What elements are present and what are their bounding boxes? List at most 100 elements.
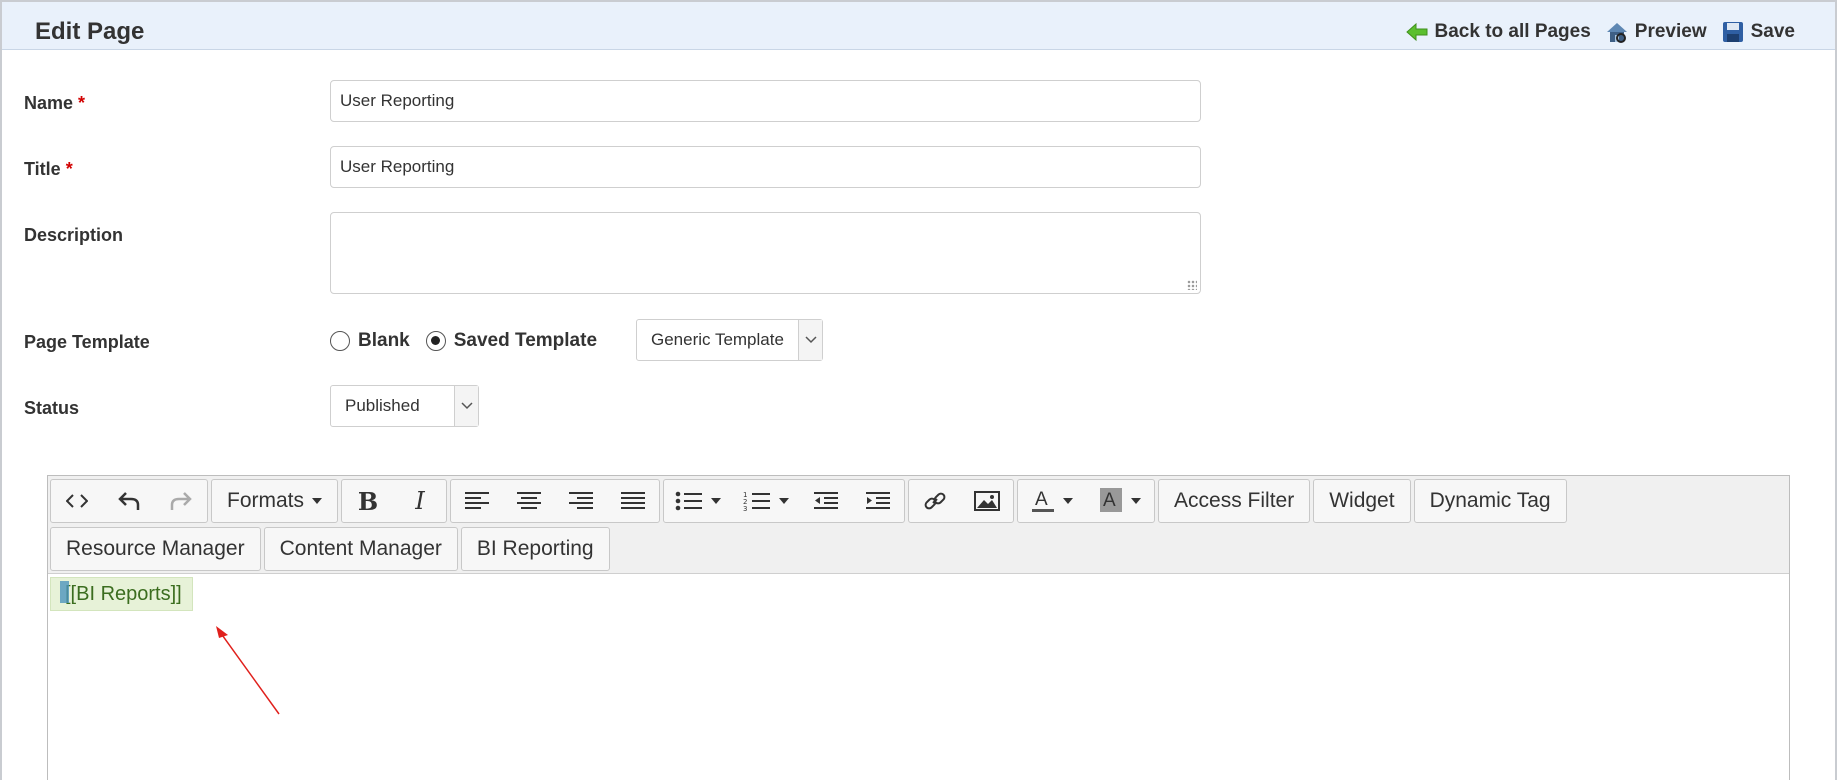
page-template-radio-group: Blank Saved Template xyxy=(330,330,597,352)
indent-icon xyxy=(866,492,891,509)
formats-label: Formats xyxy=(227,489,305,512)
title-label: Title * xyxy=(24,159,73,180)
source-code-button[interactable] xyxy=(51,480,103,522)
name-label: Name * xyxy=(24,93,85,114)
caret-down-icon xyxy=(312,498,323,504)
back-to-all-pages-label: Back to all Pages xyxy=(1434,21,1591,42)
redo-icon xyxy=(170,492,192,510)
align-left-button[interactable] xyxy=(451,480,503,522)
align-justify-icon xyxy=(621,492,646,509)
status-label: Status xyxy=(24,398,80,418)
save-label: Save xyxy=(1750,21,1795,42)
align-center-icon xyxy=(517,492,542,509)
insert-link-button[interactable] xyxy=(909,480,961,522)
content-manager-group: Content Manager xyxy=(263,527,458,571)
back-arrow-icon xyxy=(1405,22,1427,42)
access-filter-group: Access Filter xyxy=(1158,479,1311,523)
align-right-button[interactable] xyxy=(555,480,607,522)
access-filter-button[interactable]: Access Filter xyxy=(1159,480,1309,522)
indent-button[interactable] xyxy=(852,480,904,522)
editor-toolbar: Formats B I 1 2 3 A A Access Filter Widg… xyxy=(48,476,1789,574)
editor-content-area[interactable]: [[BI Reports]] xyxy=(48,575,1789,780)
template-select-value: Generic Template xyxy=(651,330,784,349)
drag-handle-icon[interactable] xyxy=(60,581,69,603)
back-to-all-pages-link[interactable]: Back to all Pages xyxy=(1405,20,1591,44)
toolbar-row-2: Resource Manager Content Manager BI Repo… xyxy=(50,527,610,571)
undo-icon xyxy=(118,492,140,510)
svg-text:A: A xyxy=(1035,489,1048,510)
toolbar-row-1: Formats B I 1 2 3 A A Access Filter Widg… xyxy=(50,479,1567,523)
page-header: Edit Page Back to all Pages Preview Save xyxy=(2,2,1835,50)
floppy-disk-icon xyxy=(1722,22,1743,42)
formats-dropdown[interactable]: Formats xyxy=(212,480,337,522)
description-label: Description xyxy=(24,225,124,245)
italic-button[interactable]: I xyxy=(394,480,446,522)
preview-button[interactable]: Preview xyxy=(1605,20,1707,44)
insert-image-button[interactable] xyxy=(961,480,1013,522)
preview-label: Preview xyxy=(1634,21,1707,42)
chevron-down-icon[interactable] xyxy=(454,386,478,426)
title-label-text: Title xyxy=(24,159,61,179)
align-justify-button[interactable] xyxy=(607,480,659,522)
resource-manager-button[interactable]: Resource Manager xyxy=(51,528,260,570)
outdent-button[interactable] xyxy=(800,480,852,522)
undo-button[interactable] xyxy=(103,480,155,522)
bi-reporting-group: BI Reporting xyxy=(460,527,610,571)
name-label-text: Name xyxy=(24,93,74,113)
title-input[interactable] xyxy=(330,146,1201,188)
name-input[interactable] xyxy=(330,80,1201,122)
numbered-list-icon: 123 xyxy=(743,491,771,512)
bi-reports-token-text: [[BI Reports]] xyxy=(65,582,182,605)
content-manager-button[interactable]: Content Manager xyxy=(265,528,457,570)
radio-blank-circle[interactable] xyxy=(330,331,350,351)
bold-button[interactable]: B xyxy=(342,480,394,522)
status-select[interactable]: Published xyxy=(330,385,479,427)
redo-button[interactable] xyxy=(155,480,207,522)
bold-icon: B xyxy=(357,486,379,516)
radio-blank-label: Blank xyxy=(358,330,410,351)
source-code-icon xyxy=(66,494,88,508)
caret-down-icon[interactable] xyxy=(779,498,790,504)
widget-button[interactable]: Widget xyxy=(1314,480,1409,522)
caret-down-icon[interactable] xyxy=(1131,498,1142,504)
bullet-list-icon xyxy=(675,491,703,511)
background-color-button[interactable]: A xyxy=(1086,480,1154,522)
textarea-resize-handle[interactable] xyxy=(1187,280,1197,290)
svg-text:3: 3 xyxy=(743,505,747,512)
color-group: A A xyxy=(1017,479,1156,523)
caret-down-icon[interactable] xyxy=(711,498,722,504)
image-icon xyxy=(974,491,1001,511)
svg-text:A: A xyxy=(1103,490,1116,511)
insert-group xyxy=(908,479,1015,523)
template-select[interactable]: Generic Template xyxy=(636,319,823,361)
preview-house-icon xyxy=(1606,23,1627,43)
numbered-list-button[interactable]: 123 xyxy=(732,480,800,522)
annotation-arrow-icon xyxy=(216,626,280,715)
radio-saved-template[interactable]: Saved Template xyxy=(425,330,597,352)
widget-group: Widget xyxy=(1313,479,1411,523)
bi-reporting-button[interactable]: BI Reporting xyxy=(462,528,609,570)
radio-saved-template-circle[interactable] xyxy=(425,331,446,351)
formats-group: Formats xyxy=(211,479,339,523)
dynamic-tag-button[interactable]: Dynamic Tag xyxy=(1415,480,1566,522)
bi-reports-token[interactable]: [[BI Reports]] xyxy=(50,577,193,611)
align-right-icon xyxy=(569,492,594,509)
page-title: Edit Page xyxy=(35,18,145,45)
list-group: 123 xyxy=(663,479,906,523)
bullet-list-button[interactable] xyxy=(664,480,732,522)
background-color-icon: A xyxy=(1100,488,1123,512)
header-actions: Back to all Pages Preview Save xyxy=(1405,20,1795,44)
description-textarea[interactable] xyxy=(330,212,1201,294)
chevron-down-icon[interactable] xyxy=(798,320,822,360)
page-template-label: Page Template xyxy=(24,332,150,352)
caret-down-icon[interactable] xyxy=(1063,498,1074,504)
status-select-value: Published xyxy=(345,396,420,415)
resource-manager-group: Resource Manager xyxy=(50,527,261,571)
save-button[interactable]: Save xyxy=(1721,20,1795,44)
align-center-button[interactable] xyxy=(503,480,555,522)
rich-text-editor: Formats B I 1 2 3 A A Access Filter Widg… xyxy=(47,475,1790,780)
text-color-button[interactable]: A xyxy=(1018,480,1086,522)
alignment-group xyxy=(450,479,661,523)
outdent-icon xyxy=(814,492,839,509)
radio-blank[interactable]: Blank xyxy=(330,330,410,352)
